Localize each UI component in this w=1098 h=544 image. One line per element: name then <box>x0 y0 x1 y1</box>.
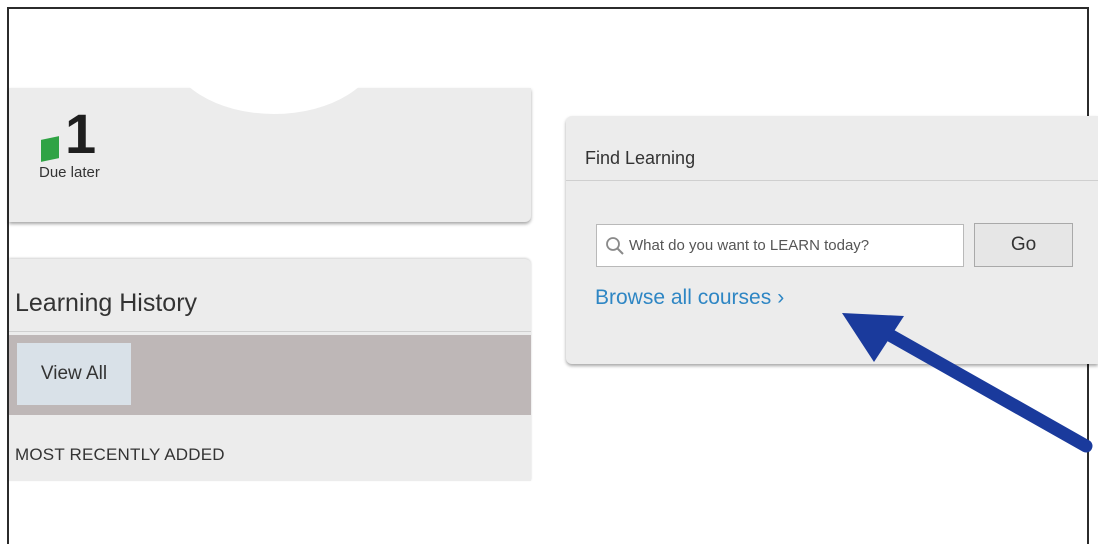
pointer-arrow-shape <box>842 313 1093 453</box>
pointer-arrow-icon <box>842 313 1093 453</box>
